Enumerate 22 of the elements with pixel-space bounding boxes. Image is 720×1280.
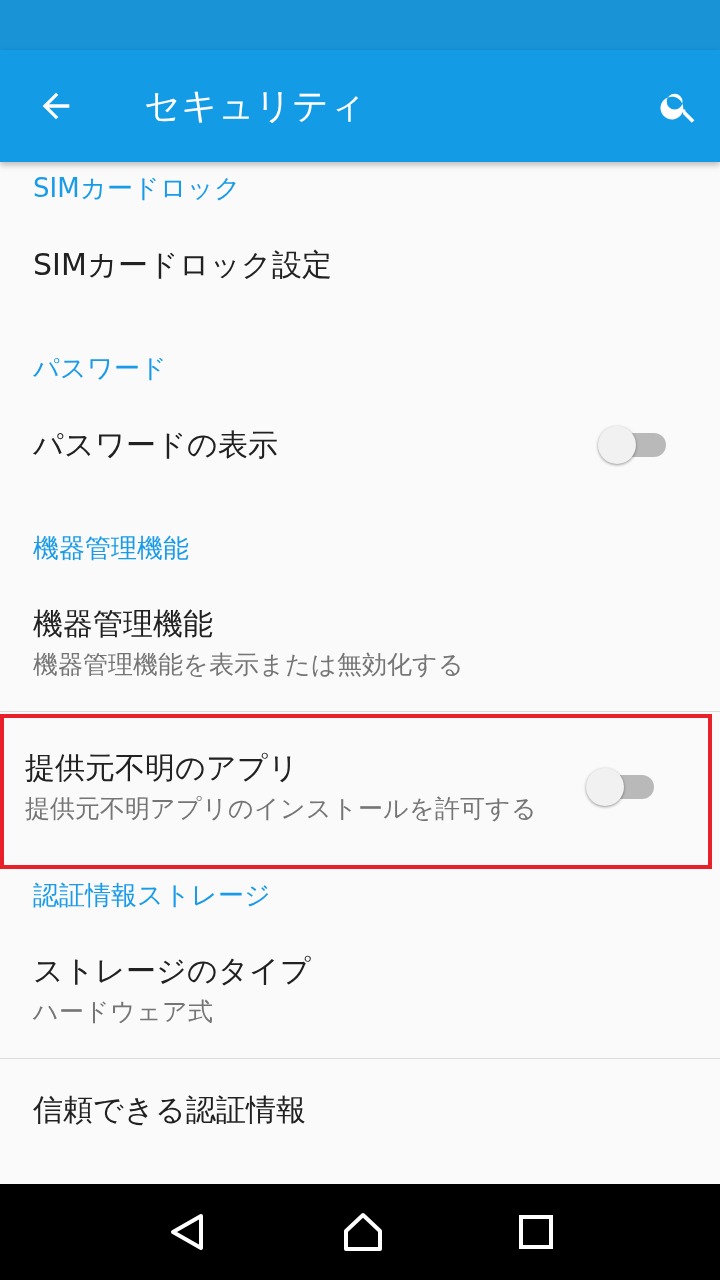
settings-item[interactable]: 提供元不明のアプリ 提供元不明アプリのインストールを許可する [4, 718, 708, 855]
section-header: パスワード [33, 351, 167, 385]
screen-title: セキュリティ [144, 84, 367, 128]
section-header: 認証情報ストレージ [33, 878, 271, 912]
section-header: 機器管理機能 [33, 531, 189, 565]
settings-item[interactable]: 機器管理機能 機器管理機能を表示または無効化する [0, 574, 720, 711]
item-title: 機器管理機能 [33, 604, 214, 643]
settings-item[interactable]: 信頼できる認証情報 [0, 1059, 720, 1184]
item-title: ストレージのタイプ [33, 951, 311, 990]
settings-item[interactable]: ストレージのタイプ ハードウェア式 [0, 921, 720, 1058]
settings-item[interactable]: SIMカードロック設定 [0, 214, 720, 342]
item-title: パスワードの表示 [33, 426, 278, 464]
item-title: 提供元不明のアプリ [25, 748, 300, 787]
item-title: 信頼できる認証情報 [33, 1091, 306, 1129]
settings-item[interactable]: パスワードの表示 [0, 394, 720, 522]
item-summary: 機器管理機能を表示または無効化する [33, 648, 464, 681]
item-summary: ハードウェア式 [33, 995, 214, 1028]
section-header: SIMカードロック [33, 171, 241, 205]
square-icon[interactable] [518, 1215, 553, 1249]
item-title: SIMカードロック設定 [33, 246, 332, 284]
item-summary: 提供元不明アプリのインストールを許可する [25, 792, 537, 825]
home-icon[interactable] [342, 1211, 384, 1253]
